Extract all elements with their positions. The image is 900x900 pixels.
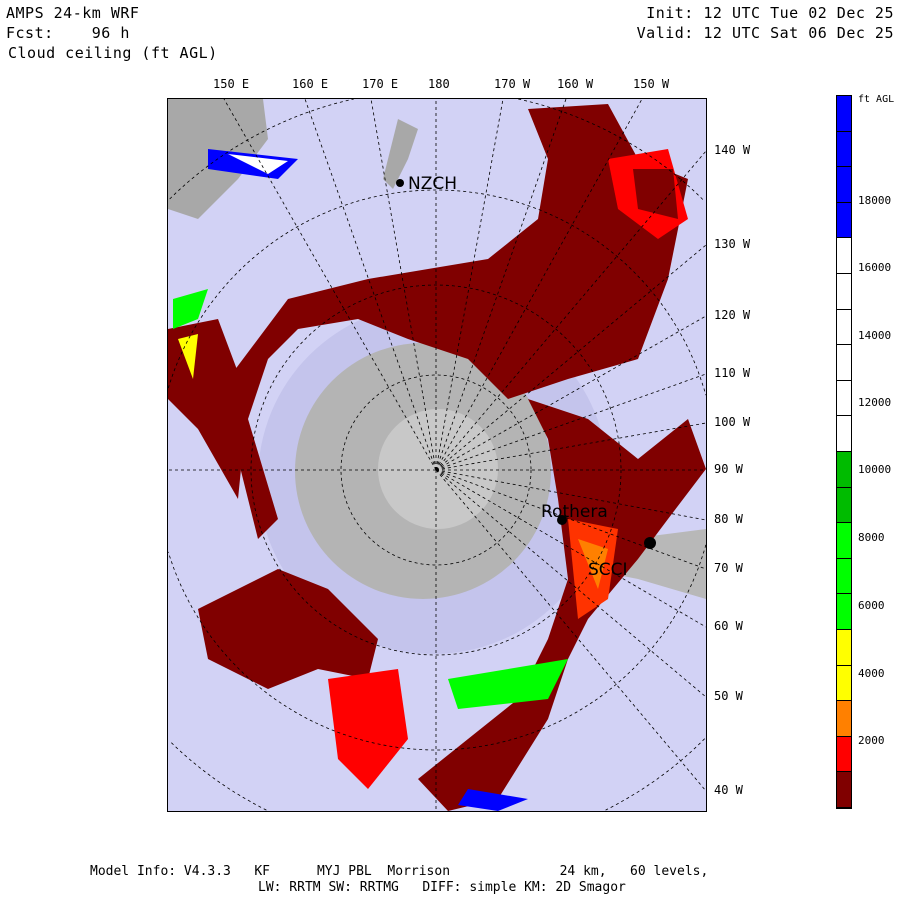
cloud-red xyxy=(328,669,408,789)
colorbar-segment xyxy=(837,202,851,239)
model-title: AMPS 24-km WRF xyxy=(6,4,140,22)
colorbar-label: 10000 xyxy=(858,463,892,476)
colorbar-segment xyxy=(837,523,851,559)
right-axis-label: 80 W xyxy=(714,512,743,526)
colorbar-label: 14000 xyxy=(858,329,892,342)
colorbar-segment xyxy=(837,594,851,630)
right-axis-label: 100 W xyxy=(714,415,751,429)
colorbar-segment xyxy=(837,736,851,773)
map-panel: NZCH Rothera SCCI xyxy=(167,98,707,812)
right-axis-label: 110 W xyxy=(714,366,751,380)
colorbar-segment xyxy=(837,167,851,203)
colorbar-label: 2000 xyxy=(858,734,885,747)
fcst-value: 96 h xyxy=(91,24,130,42)
colorbar-segment xyxy=(837,487,851,524)
top-axis-label: 160 W xyxy=(557,77,594,91)
model-info-line2: LW: RRTM SW: RRTMG DIFF: simple KM: 2D S… xyxy=(258,880,626,895)
top-axis-label: 170 W xyxy=(494,77,531,91)
colorbar-segment xyxy=(837,416,851,452)
init-time: Init: 12 UTC Tue 02 Dec 25 xyxy=(646,4,894,22)
colorbar xyxy=(836,95,852,809)
top-axis-label: 150 E xyxy=(213,77,250,91)
right-axis-label: 130 W xyxy=(714,237,751,251)
top-axis-label: 180 xyxy=(428,77,450,91)
colorbar-label: 16000 xyxy=(858,261,892,274)
colorbar-segment xyxy=(837,345,851,381)
top-axis-label: 170 E xyxy=(362,77,399,91)
colorbar-label: 12000 xyxy=(858,396,892,409)
valid-time: Valid: 12 UTC Sat 06 Dec 25 xyxy=(636,24,894,42)
right-axis-label: 120 W xyxy=(714,308,751,322)
top-axis-label: 160 E xyxy=(292,77,329,91)
top-axis-label: 150 W xyxy=(633,77,670,91)
fcst-label: Fcst: xyxy=(6,24,54,42)
forecast-label: Fcst: 96 h xyxy=(6,24,130,42)
colorbar-label: 6000 xyxy=(858,599,885,612)
colorbar-segment xyxy=(837,380,851,417)
right-axis-label: 60 W xyxy=(714,619,743,633)
right-axis-label: 50 W xyxy=(714,689,743,703)
station-nzch: NZCH xyxy=(408,174,457,194)
colorbar-label: 8000 xyxy=(858,531,885,544)
colorbar-units: ft AGL xyxy=(858,94,895,105)
station-marker-scci xyxy=(644,537,656,549)
station-marker-nzch xyxy=(396,179,404,187)
colorbar-segment xyxy=(837,665,851,702)
right-axis-label: 70 W xyxy=(714,561,743,575)
colorbar-segment xyxy=(837,131,851,168)
cloud-dark-red xyxy=(168,319,248,499)
field-title: Cloud ceiling (ft AGL) xyxy=(8,44,218,62)
cloud-ceiling-map: NZCH Rothera SCCI xyxy=(168,99,706,811)
colorbar-segment xyxy=(837,273,851,310)
colorbar-label: 4000 xyxy=(858,667,885,680)
colorbar-segment xyxy=(837,238,851,274)
right-axis-label: 140 W xyxy=(714,143,751,157)
colorbar-segment xyxy=(837,309,851,346)
colorbar-segment xyxy=(837,629,851,666)
colorbar-segment xyxy=(837,772,851,808)
right-axis-label: 90 W xyxy=(714,462,743,476)
station-rothera: Rothera xyxy=(541,502,608,522)
colorbar-segment xyxy=(837,558,851,595)
colorbar-segment xyxy=(837,96,851,132)
colorbar-segment xyxy=(837,701,851,737)
model-info-line1: Model Info: V4.3.3 KF MYJ PBL Morrison 2… xyxy=(90,864,709,879)
right-axis-label: 40 W xyxy=(714,783,743,797)
station-scci: SCCI xyxy=(588,560,628,580)
colorbar-segment xyxy=(837,451,851,488)
colorbar-label: 18000 xyxy=(858,194,892,207)
